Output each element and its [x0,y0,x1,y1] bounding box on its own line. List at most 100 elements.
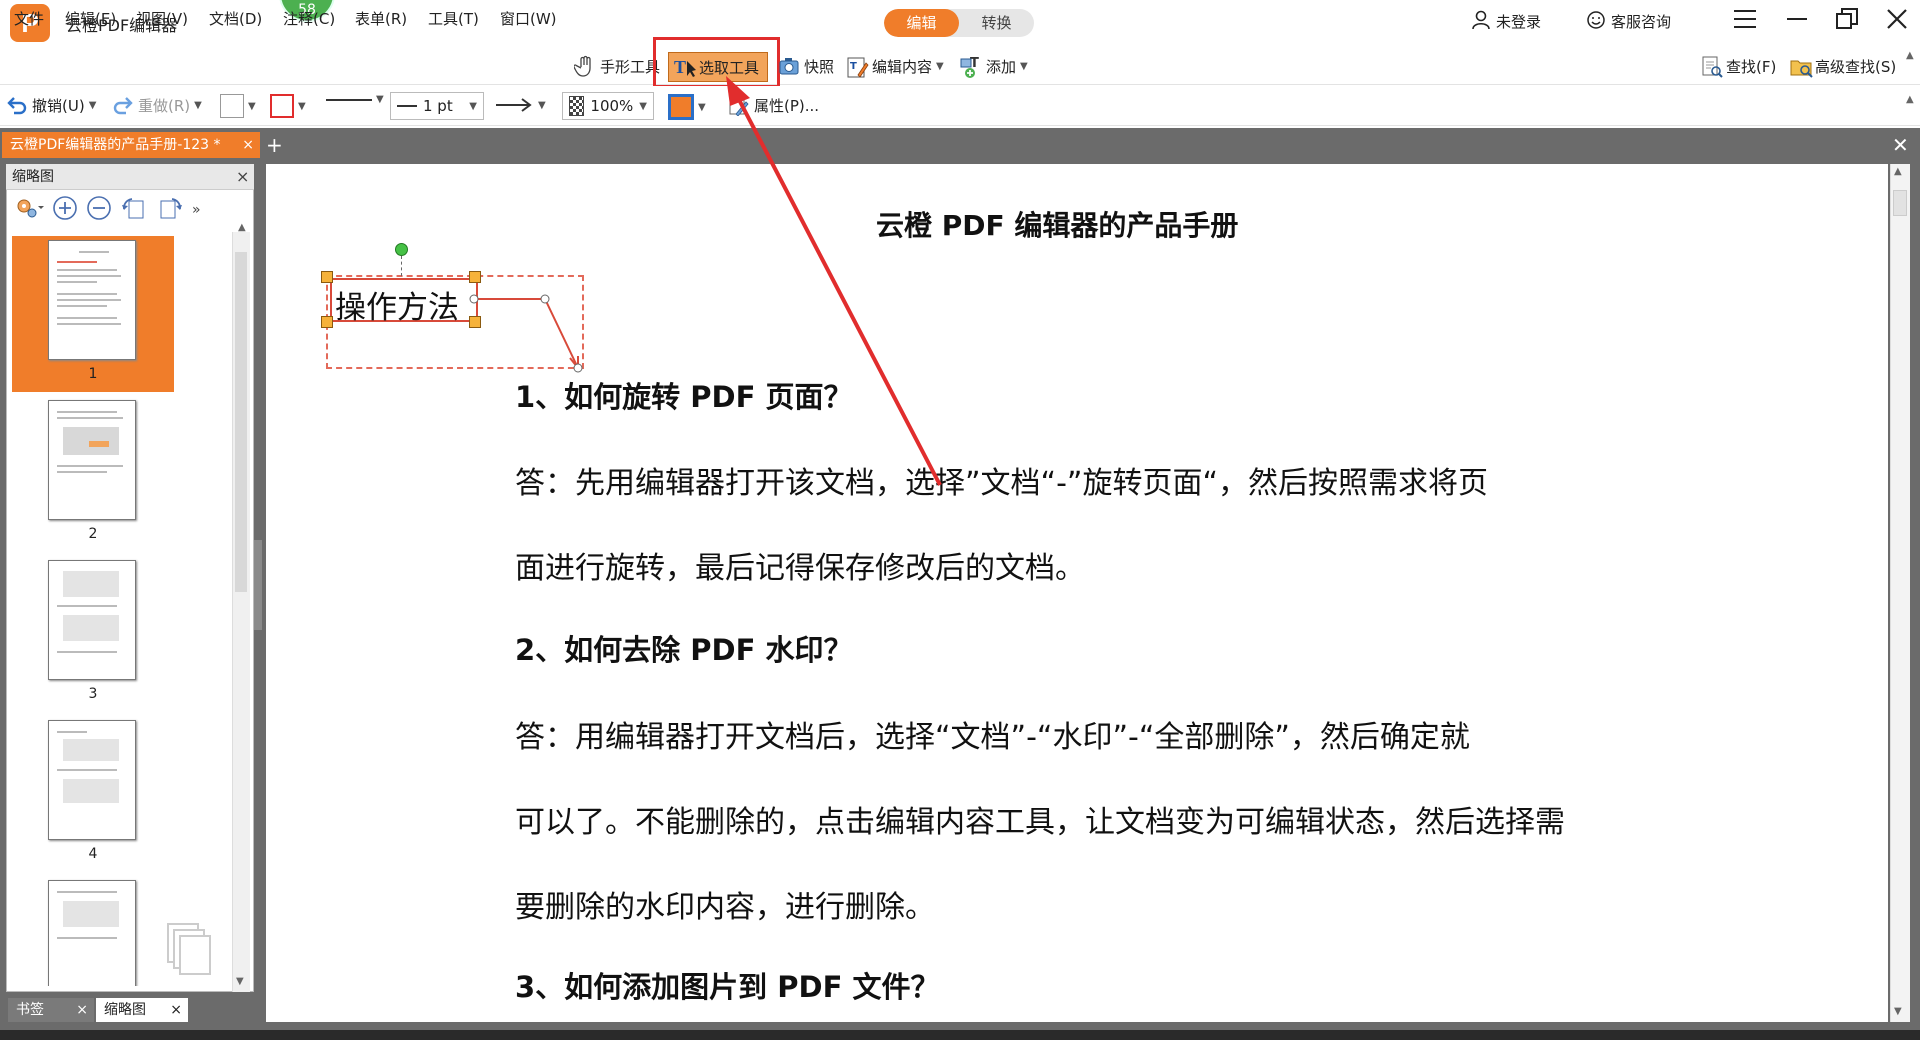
thumbnail-page-2[interactable]: 2 [12,396,174,552]
minimize-icon[interactable] [1780,6,1814,40]
new-tab-icon[interactable]: + [266,132,283,158]
thumbnail-tab-close-icon[interactable]: × [170,998,182,1022]
fill-color-picker[interactable]: ▼ [220,94,256,118]
menu-tools[interactable]: 工具(T) [428,8,479,29]
line-width-icon [397,105,417,107]
add-text-icon: T [960,55,982,78]
menu-document[interactable]: 文档(D) [209,8,262,29]
add-label: 添加 [986,57,1017,76]
menu-form[interactable]: 表单(R) [355,8,407,29]
thumbnail-page-4[interactable]: 4 [12,716,174,872]
find-button[interactable]: 查找(F) [1700,54,1776,78]
add-dropdown-icon[interactable]: ▼ [1020,61,1028,72]
answer-1-line-2: 面进行旋转，最后记得保存修改后的文档。 [515,551,1085,586]
snapshot-button[interactable]: 快照 [778,54,834,78]
properties-button[interactable]: 属性(P)... [728,94,820,117]
advanced-find-button[interactable]: 高级查找(S) [1789,54,1896,78]
rotate-right-icon[interactable] [156,195,184,226]
callout-leader-line[interactable] [469,290,590,373]
login-label: 未登录 [1496,12,1542,31]
callout-text[interactable]: 操作方法 [335,282,459,327]
document-tab-close-icon[interactable]: × [242,132,254,158]
opacity-dropdown-icon[interactable]: ▼ [639,101,647,112]
select-tool-button[interactable]: T 选取工具 [668,52,768,82]
stroke-color-swatch [270,94,294,118]
bookmark-tab[interactable]: 书签 × [8,998,94,1022]
hand-tool-button[interactable]: 手形工具 [573,54,660,78]
customer-service-button[interactable]: 客服咨询 [1585,10,1671,32]
redo-dropdown-icon[interactable]: ▼ [194,100,202,111]
thumbnail-scroll-down-icon[interactable]: ▼ [236,976,244,987]
arrow-style-picker[interactable]: ▼ [494,94,546,116]
collapse-ribbon-icon[interactable]: ▲ [1906,50,1914,61]
highlight-color-picker[interactable]: ▼ [668,94,706,120]
undo-button[interactable]: 撤销(U) ▼ [6,94,96,116]
line-style-picker[interactable]: ▼ [326,94,384,105]
arrow-style-dropdown-icon[interactable]: ▼ [538,100,546,111]
find-icon [1700,55,1723,78]
close-document-icon[interactable]: ✕ [1892,132,1909,158]
document-scrollbar-thumb[interactable] [1893,190,1907,216]
opacity-select[interactable]: 100% ▼ [562,92,654,120]
user-icon [1470,10,1492,32]
taskbar [0,1030,1920,1040]
menu-icon[interactable] [1728,6,1762,40]
highlight-color-dropdown-icon[interactable]: ▼ [698,102,706,113]
mode-convert-tab[interactable]: 转换 [959,9,1034,37]
mode-switch[interactable]: 编辑 转换 [884,9,1034,37]
line-style-dropdown-icon[interactable]: ▼ [376,94,384,105]
document-tab[interactable]: 云橙PDF编辑器的产品手册-123 * × [2,132,260,158]
menu-window[interactable]: 窗口(W) [500,8,557,29]
resize-handle-bottom-left[interactable] [321,316,333,328]
svg-text:T: T [674,57,686,77]
rotate-left-icon[interactable] [120,195,148,226]
zoom-out-icon[interactable] [86,195,112,226]
rotation-handle[interactable] [395,243,408,256]
thumbnail-scrollbar-thumb[interactable] [235,252,247,592]
thumbnail-page-1[interactable]: 1 [12,236,174,392]
opacity-field[interactable]: 100% ▼ [562,92,654,120]
panel-splitter[interactable] [254,540,262,630]
stroke-color-dropdown-icon[interactable]: ▼ [298,101,306,112]
question-1-heading: 1、如何旋转 PDF 页面？ [515,380,853,414]
close-icon[interactable] [1880,6,1914,40]
menu-edit[interactable]: 编辑(E) [65,8,116,29]
menu-view[interactable]: 视图(V) [136,8,188,29]
thumbnail-panel-close-icon[interactable]: × [236,164,249,190]
line-width-select[interactable]: 1 pt ▼ [390,92,484,120]
mode-edit-tab[interactable]: 编辑 [884,9,959,37]
hand-icon [573,55,596,77]
document-scroll-up-icon[interactable]: ▲ [1894,166,1902,177]
toolbar-expand-icon[interactable]: ▲ [1906,94,1914,105]
fill-color-dropdown-icon[interactable]: ▼ [248,101,256,112]
undo-label: 撤销(U) [32,96,85,115]
thumbnail-tab[interactable]: 缩略图 × [96,998,188,1022]
redo-button[interactable]: 重做(R) ▼ [112,94,202,116]
camera-icon [778,55,800,77]
undo-dropdown-icon[interactable]: ▼ [89,100,97,111]
resize-handle-top-right[interactable] [469,271,481,283]
edit-content-button[interactable]: T 编辑内容 ▼ [846,54,944,78]
zoom-in-icon[interactable] [52,195,78,226]
thumbnail-page-5[interactable] [12,876,174,986]
thumbnail-image [48,240,136,360]
document-scrollbar[interactable] [1890,164,1910,1022]
stroke-color-picker[interactable]: ▼ [270,94,306,118]
bookmark-tab-close-icon[interactable]: × [76,998,88,1022]
thumbnail-page-number: 3 [88,686,98,702]
restore-icon[interactable] [1830,6,1864,40]
properties-label: 属性(P)... [754,96,820,115]
document-scroll-down-icon[interactable]: ▼ [1894,1006,1902,1017]
edit-content-icon: T [846,55,869,78]
add-button[interactable]: T 添加 ▼ [960,54,1028,78]
more-tools-icon[interactable]: » [192,202,201,218]
line-width-dropdown-icon[interactable]: ▼ [469,101,477,112]
resize-handle-top-left[interactable] [321,271,333,283]
thumbnail-options-icon[interactable] [14,196,44,225]
menu-comment[interactable]: 注释(C) [283,8,335,29]
menu-file[interactable]: 文件 [14,8,44,29]
line-width-field[interactable]: 1 pt ▼ [390,92,484,120]
thumbnail-page-3[interactable]: 3 [12,556,174,712]
login-button[interactable]: 未登录 [1470,10,1541,32]
edit-content-dropdown-icon[interactable]: ▼ [936,61,944,72]
